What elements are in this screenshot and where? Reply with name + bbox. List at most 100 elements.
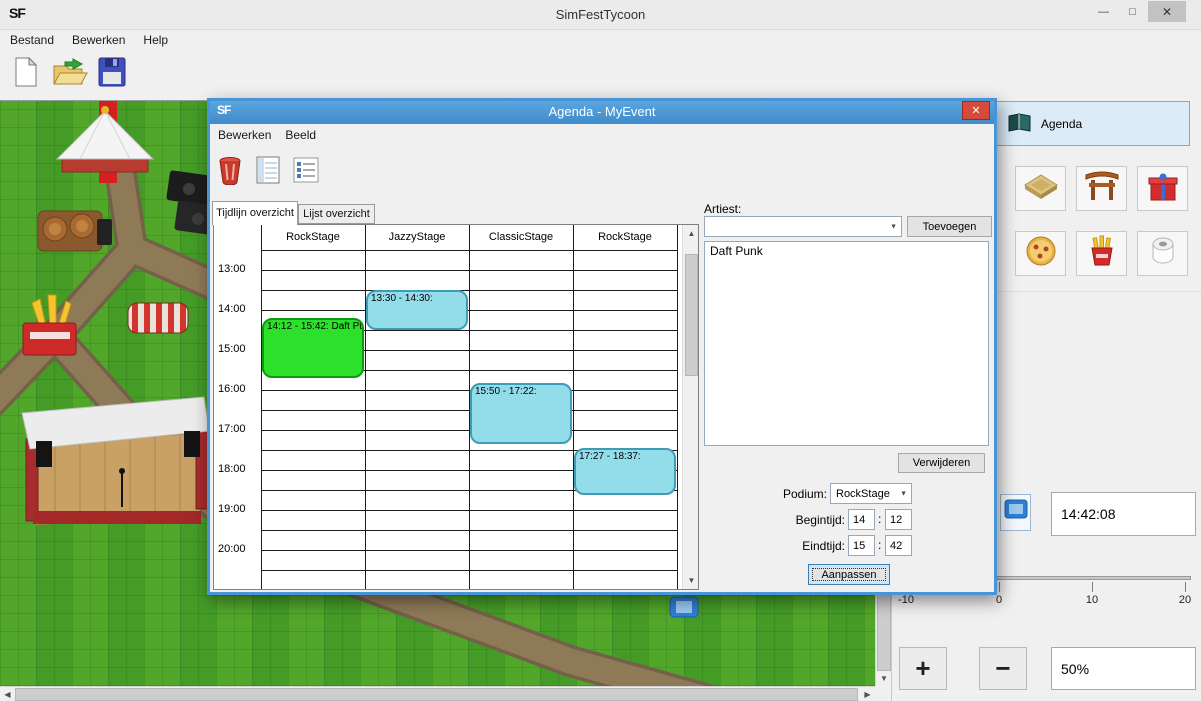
scroll-left-arrow[interactable]: ◀ [0,687,15,701]
dialog-title: Agenda - MyEvent [207,104,997,119]
map-striped-tent[interactable] [128,303,188,333]
shop-item-pizza[interactable] [1015,231,1066,276]
agenda-book-icon [1006,112,1032,135]
vscroll-thumb[interactable] [685,254,698,376]
time-label: 18:00 [218,463,258,475]
time-separator: : [878,538,881,552]
end-hour-input[interactable] [848,535,875,556]
schedule-grid[interactable]: RockStage JazzyStage ClassicStage RockSt… [213,224,699,590]
slider-tick-label: 0 [984,594,1014,606]
floor-tile-icon [1023,171,1059,206]
fries-icon [1084,234,1120,273]
end-minute-input[interactable] [885,535,912,556]
toilet-paper-icon [1145,234,1181,273]
scroll-right-arrow[interactable]: ▶ [860,687,875,701]
slider-tick [999,582,1000,592]
dialog-titlebar[interactable]: SF Agenda - MyEvent ✕ [207,98,997,124]
event-label: 13:30 - 14:30: [371,293,433,304]
shop-item-fries[interactable] [1076,231,1127,276]
shop-item-toilet-paper[interactable] [1137,231,1188,276]
maximize-button[interactable]: □ [1119,3,1146,21]
time-label: 20:00 [218,543,258,555]
dialog-menu-bar: BewerkenBeeld [211,126,323,146]
slider-tick-label: 10 [1077,594,1107,606]
chevron-down-icon: ▼ [900,490,907,497]
torii-gate-icon [1084,170,1120,207]
map-stage[interactable] [22,397,209,525]
zoom-in-button[interactable]: + [899,647,947,690]
window-title: SimFestTycoon [0,7,1201,22]
delete-event-button[interactable] [213,154,247,190]
agenda-dialog: SF Agenda - MyEvent ✕ BewerkenBeeld Tijd… [207,98,997,595]
artist-list-item[interactable]: Daft Punk [705,242,988,260]
podium-combo-value: RockStage [836,488,890,500]
chevron-down-icon: ▼ [890,223,897,230]
schedule-event-selected[interactable]: 14:12 - 15:42: Daft Punk [262,318,364,378]
scroll-down-arrow[interactable]: ▼ [684,573,699,588]
schedule-event[interactable]: 13:30 - 14:30: [366,290,468,330]
begin-time-label: Begintijd: [727,513,845,527]
schedule-event[interactable]: 17:27 - 18:37: [574,448,676,495]
map-barrel-table[interactable] [38,211,112,251]
end-time-label: Eindtijd: [727,539,845,553]
hscroll-thumb[interactable] [15,688,858,701]
menu-help[interactable]: Help [134,31,177,47]
add-artist-button[interactable]: Toevoegen [907,216,992,237]
minimize-button[interactable]: — [1090,3,1117,21]
remove-artist-button[interactable]: Verwijderen [898,453,985,473]
begin-minute-input[interactable] [885,509,912,530]
schedule-event[interactable]: 15:50 - 17:22: [470,383,572,444]
open-file-button[interactable] [50,53,90,95]
list-view-button[interactable] [289,154,323,190]
dialog-menu-beeld[interactable]: Beeld [278,126,323,144]
map-fries-stand[interactable] [23,295,76,355]
artist-label: Artiest: [704,202,741,216]
gift-icon [1145,170,1181,207]
time-label: 19:00 [218,503,258,515]
event-label: 17:27 - 18:37: [579,451,641,462]
apply-button[interactable]: Aanpassen [808,564,890,585]
save-floppy-icon [98,57,126,92]
podium-label: Podium: [747,487,827,501]
selected-item-button[interactable] [1000,494,1031,531]
schedule-vscrollbar[interactable]: ▲ ▼ [682,225,699,589]
app-window: SF SimFestTycoon — □ ✕ BestandBewerkenHe… [0,0,1201,701]
shop-item-torii-gate[interactable] [1076,166,1127,211]
window-titlebar[interactable]: SF SimFestTycoon — □ ✕ [0,0,1201,30]
new-file-button[interactable] [6,53,46,95]
scroll-down-arrow[interactable]: ▼ [876,671,892,686]
menu-bewerken[interactable]: Bewerken [63,31,134,47]
slider-tick-label: -10 [891,594,921,606]
dialog-close-button[interactable]: ✕ [962,101,990,120]
map-hscrollbar[interactable]: ◀ ▶ [0,686,875,701]
blue-item-icon [1004,499,1028,526]
artist-combobox[interactable]: ▼ [704,216,902,237]
slider-tick [1092,582,1093,592]
scroll-up-arrow[interactable]: ▲ [684,226,699,241]
dialog-menu-bewerken[interactable]: Bewerken [211,126,278,144]
column-header-rockstage-2: RockStage [573,225,677,250]
map-tent[interactable] [57,106,153,172]
menu-bestand[interactable]: Bestand [0,31,63,47]
podium-combobox[interactable]: RockStage ▼ [830,483,912,504]
tab-list-overview[interactable]: Lijst overzicht [298,204,375,224]
main-toolbar [0,50,1201,98]
begin-hour-input[interactable] [848,509,875,530]
menu-bar: BestandBewerkenHelp [0,31,1201,50]
trash-icon [217,155,243,190]
time-separator: : [878,512,881,526]
timeline-view-icon [255,155,281,190]
zoom-out-button[interactable]: − [979,647,1027,690]
shop-item-gift[interactable] [1137,166,1188,211]
artist-listbox[interactable]: Daft Punk [704,241,989,446]
shop-item-floor-tile[interactable] [1015,166,1066,211]
list-view-icon [293,157,319,188]
close-button[interactable]: ✕ [1148,1,1186,22]
game-clock-display: 14:42:08 [1051,492,1196,536]
tab-timeline-overview[interactable]: Tijdlijn overzicht [212,201,298,225]
timeline-view-button[interactable] [251,154,285,190]
save-button[interactable] [92,53,132,95]
zoom-level-display: 50% [1051,647,1196,690]
agenda-button-label: Agenda [1041,117,1082,131]
map-selected-item[interactable] [670,597,698,617]
